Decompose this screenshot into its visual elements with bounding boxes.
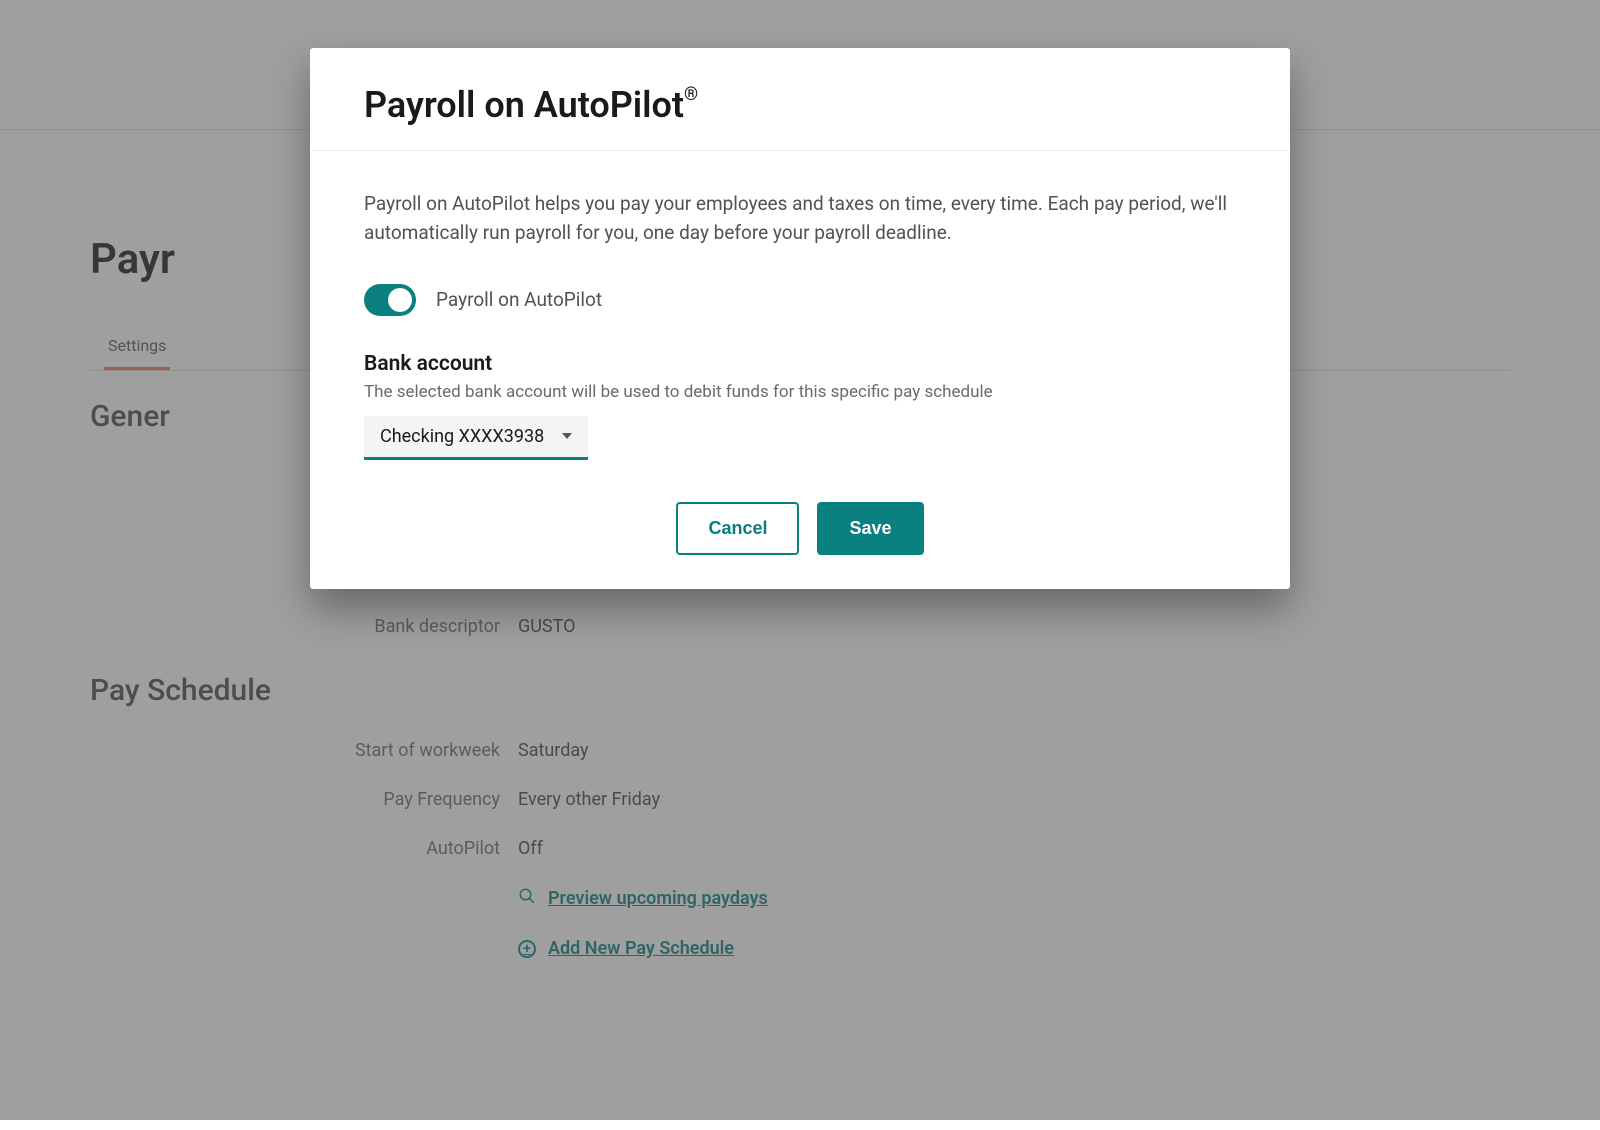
toggle-row: Payroll on AutoPilot (364, 284, 1236, 316)
modal-title-text: Payroll on AutoPilot (364, 84, 684, 126)
bank-account-help: The selected bank account will be used t… (364, 382, 1236, 402)
modal-body: Payroll on AutoPilot helps you pay your … (310, 151, 1290, 480)
modal-title: Payroll on AutoPilot® (364, 84, 1236, 126)
toggle-knob (388, 288, 412, 312)
autopilot-toggle[interactable] (364, 284, 416, 316)
modal-header: Payroll on AutoPilot® (310, 48, 1290, 151)
save-button[interactable]: Save (817, 502, 923, 555)
modal-overlay[interactable]: Payroll on AutoPilot® Payroll on AutoPil… (0, 0, 1600, 1120)
chevron-down-icon (562, 433, 572, 439)
bank-account-label: Bank account (364, 352, 1236, 376)
autopilot-modal: Payroll on AutoPilot® Payroll on AutoPil… (310, 48, 1290, 589)
cancel-button[interactable]: Cancel (676, 502, 799, 555)
modal-footer: Cancel Save (310, 480, 1290, 589)
autopilot-toggle-label: Payroll on AutoPilot (436, 288, 602, 311)
registered-mark: ® (684, 84, 698, 105)
bank-account-selected: Checking XXXX3938 (380, 426, 544, 447)
modal-description: Payroll on AutoPilot helps you pay your … (364, 189, 1236, 248)
bank-account-select[interactable]: Checking XXXX3938 (364, 416, 588, 460)
